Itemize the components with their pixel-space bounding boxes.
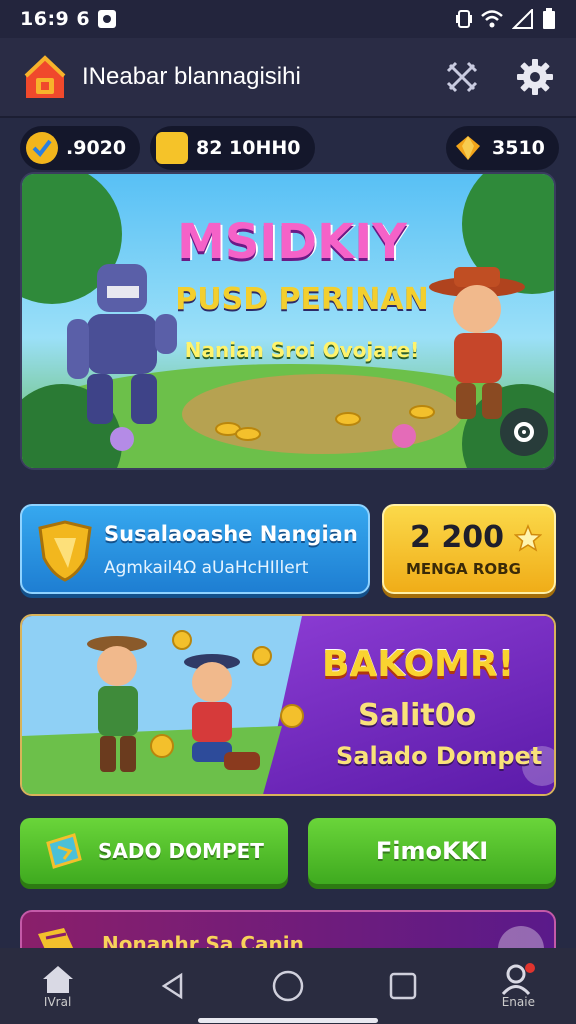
score-value: 2 200: [410, 520, 504, 555]
wifi-icon: [481, 10, 503, 28]
promo-subtitle: Salit0o: [358, 698, 477, 733]
app-bar: INeabar blannagisihi: [0, 38, 576, 118]
hero-action-button[interactable]: [500, 408, 548, 456]
confirm-button-label: FimoKKI: [375, 837, 489, 865]
bottom-nav-bar: IVral Enaie: [0, 948, 576, 1024]
shield-badge-icon: [38, 520, 92, 582]
currency-value: .9020: [66, 137, 127, 159]
status-bar: 16:9 6: [0, 0, 576, 38]
nav-profile[interactable]: Enaie: [478, 948, 558, 1024]
nav-home-circle[interactable]: [248, 948, 328, 1024]
score-label: MENGA ROBG: [406, 560, 521, 578]
promo-title: BAKOMR!: [322, 644, 515, 685]
promo-banner[interactable]: BAKOMR! Salit0o Salado Dompet: [20, 614, 556, 796]
status-time: 16:9 6: [20, 8, 91, 30]
flower: [392, 424, 416, 448]
currency-chip-coins[interactable]: .9020: [20, 126, 141, 170]
profile-icon: [502, 963, 536, 995]
home-logo-icon[interactable]: [22, 54, 68, 100]
balance-card[interactable]: Susalaoashe Nangian Agmkail4Ω aUaHcHIlle…: [20, 504, 370, 594]
confirm-button[interactable]: FimoKKI: [308, 818, 556, 884]
currency-value: 3510: [492, 137, 545, 159]
gold-bar-icon: [156, 132, 188, 164]
vibrate-icon: [456, 10, 472, 28]
flower: [110, 427, 134, 451]
home-circle-icon: [272, 970, 304, 1002]
promo-footer: Salado Dompet: [336, 742, 543, 770]
app-title: INeabar blannagisihi: [82, 63, 301, 90]
score-card[interactable]: 2 200 MENGA ROBG: [382, 504, 556, 594]
battery-icon: [543, 8, 555, 29]
wallet-button-label: SADO DOMPET: [98, 839, 264, 863]
settings-gear-icon[interactable]: [516, 58, 554, 96]
balance-subtitle: Agmkail4Ω aUaHcHIllert: [104, 558, 309, 578]
gesture-handle: [198, 1018, 378, 1023]
nav-profile-label: Enaie: [501, 995, 535, 1009]
gem-icon: [452, 132, 484, 164]
nav-home-label: IVral: [43, 995, 72, 1009]
back-triangle-icon: [161, 972, 183, 1000]
currency-value: 82 10HH0: [196, 137, 301, 159]
currency-chip-gems[interactable]: 3510: [446, 126, 559, 170]
balance-title: Susalaoashe Nangian: [104, 522, 358, 546]
settings-small-icon: [514, 422, 534, 442]
currency-chip-gold[interactable]: 82 10HH0: [150, 126, 315, 170]
hero-subtitle: PUSD PERINAN: [175, 282, 429, 317]
hero-tagline: Nanian Sroi Ovojare!: [184, 338, 420, 362]
recents-square-icon: [389, 972, 417, 1000]
nav-back[interactable]: [133, 948, 213, 1024]
signal-icon: [512, 9, 533, 29]
nav-recents[interactable]: [363, 948, 443, 1024]
hero-banner[interactable]: MSIDKIY PUSD PERINAN Nanian Sroi Ovojare…: [20, 172, 556, 470]
home-icon: [42, 966, 73, 993]
wallet-icon: [46, 833, 82, 869]
nav-home[interactable]: IVral: [18, 948, 98, 1024]
crossed-swords-icon[interactable]: [446, 61, 478, 93]
star-icon: [514, 524, 542, 552]
notification-icon: [98, 10, 117, 28]
check-coin-icon: [26, 132, 58, 164]
wallet-button[interactable]: SADO DOMPET: [20, 818, 288, 884]
hero-title: MSIDKIY: [177, 214, 407, 270]
